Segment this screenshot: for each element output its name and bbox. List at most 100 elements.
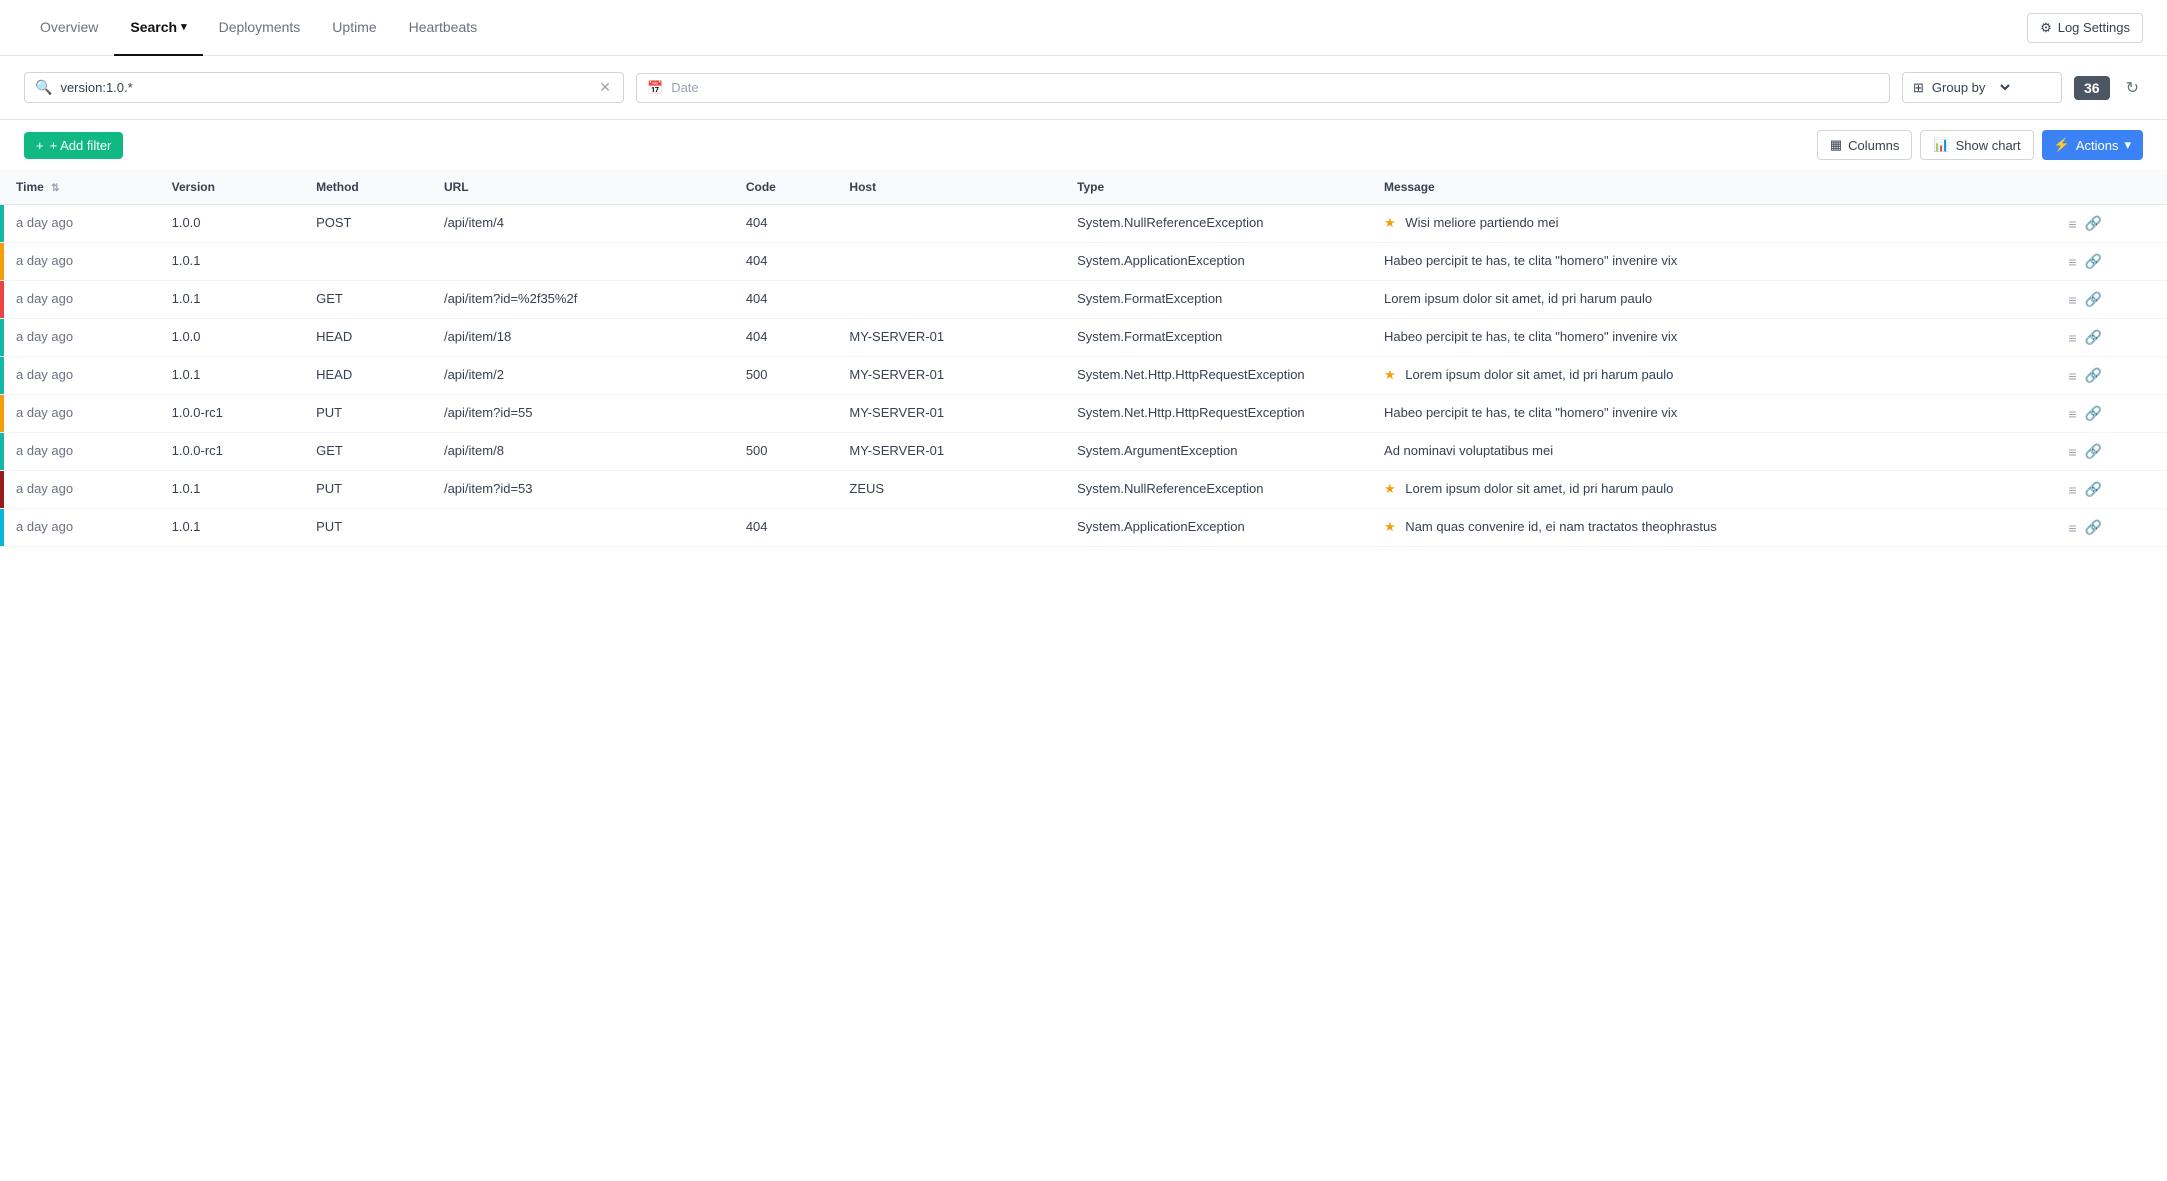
- row-type: System.FormatException: [1065, 281, 1372, 319]
- clear-search-button[interactable]: ✕: [597, 79, 613, 96]
- table-row[interactable]: a day ago 1.0.1 404 System.ApplicationEx…: [0, 243, 2167, 281]
- row-method: [304, 243, 432, 281]
- row-action-buttons: ≡ 🔗: [2056, 395, 2167, 433]
- table-row[interactable]: a day ago 1.0.1 GET /api/item?id=%2f35%2…: [0, 281, 2167, 319]
- row-link-icon[interactable]: 🔗: [2085, 253, 2102, 270]
- row-details-icon[interactable]: ≡: [2068, 482, 2076, 498]
- show-chart-button[interactable]: 📊 Show chart: [1920, 130, 2033, 160]
- nav-heartbeats[interactable]: Heartbeats: [393, 0, 493, 56]
- table-row[interactable]: a day ago 1.0.0-rc1 PUT /api/item?id=55 …: [0, 395, 2167, 433]
- filter-row: + + Add filter ▦ Columns 📊 Show chart ⚡ …: [0, 120, 2167, 170]
- row-action-buttons: ≡ 🔗: [2056, 243, 2167, 281]
- row-time: a day ago: [4, 433, 160, 471]
- row-version: 1.0.1: [160, 357, 304, 395]
- calendar-icon: 📅: [647, 80, 663, 96]
- row-method: GET: [304, 281, 432, 319]
- table-row[interactable]: a day ago 1.0.0 POST /api/item/4 404 Sys…: [0, 205, 2167, 243]
- row-link-icon[interactable]: 🔗: [2085, 291, 2102, 308]
- row-message: Ad nominavi voluptatibus mei: [1372, 433, 2056, 471]
- actions-button[interactable]: ⚡ Actions ▾: [2042, 130, 2143, 160]
- row-host: ZEUS: [837, 471, 1065, 509]
- col-url[interactable]: URL: [432, 170, 734, 205]
- columns-icon: ▦: [1830, 137, 1842, 153]
- row-host: [837, 243, 1065, 281]
- row-details-icon[interactable]: ≡: [2068, 406, 2076, 422]
- row-action-buttons: ≡ 🔗: [2056, 357, 2167, 395]
- row-details-icon[interactable]: ≡: [2068, 254, 2076, 270]
- nav-overview[interactable]: Overview: [24, 0, 114, 56]
- row-url: /api/item/4: [432, 205, 734, 243]
- table-row[interactable]: a day ago 1.0.0 HEAD /api/item/18 404 MY…: [0, 319, 2167, 357]
- row-link-icon[interactable]: 🔗: [2085, 443, 2102, 460]
- row-host: MY-SERVER-01: [837, 433, 1065, 471]
- row-details-icon[interactable]: ≡: [2068, 444, 2076, 460]
- row-type: System.ApplicationException: [1065, 509, 1372, 547]
- search-input[interactable]: [60, 80, 589, 95]
- col-method[interactable]: Method: [304, 170, 432, 205]
- row-details-icon[interactable]: ≡: [2068, 216, 2076, 232]
- table-header-row: Time ⇅ Version Method URL Code Host Type…: [0, 170, 2167, 205]
- row-code: [734, 471, 838, 509]
- row-details-icon[interactable]: ≡: [2068, 368, 2076, 384]
- row-link-icon[interactable]: 🔗: [2085, 329, 2102, 346]
- table-row[interactable]: a day ago 1.0.1 PUT 404 System.Applicati…: [0, 509, 2167, 547]
- row-link-icon[interactable]: 🔗: [2085, 519, 2102, 536]
- nav-uptime[interactable]: Uptime: [316, 0, 392, 56]
- table-row[interactable]: a day ago 1.0.1 HEAD /api/item/2 500 MY-…: [0, 357, 2167, 395]
- row-version: 1.0.0-rc1: [160, 395, 304, 433]
- row-details-icon[interactable]: ≡: [2068, 520, 2076, 536]
- row-link-icon[interactable]: 🔗: [2085, 367, 2102, 384]
- row-link-icon[interactable]: 🔗: [2085, 215, 2102, 232]
- add-filter-button[interactable]: + + Add filter: [24, 132, 123, 159]
- row-details-icon[interactable]: ≡: [2068, 330, 2076, 346]
- col-message[interactable]: Message: [1372, 170, 2056, 205]
- nav-deployments[interactable]: Deployments: [203, 0, 317, 56]
- col-actions-header: [2056, 170, 2167, 205]
- row-code: [734, 395, 838, 433]
- row-action-buttons: ≡ 🔗: [2056, 433, 2167, 471]
- search-icon: 🔍: [35, 79, 52, 96]
- col-time[interactable]: Time ⇅: [4, 170, 160, 205]
- row-url: [432, 509, 734, 547]
- lightning-icon: ⚡: [2054, 137, 2070, 153]
- row-link-icon[interactable]: 🔗: [2085, 481, 2102, 498]
- col-host[interactable]: Host: [837, 170, 1065, 205]
- columns-button[interactable]: ▦ Columns: [1817, 130, 1913, 160]
- group-by-select[interactable]: [1993, 79, 2013, 96]
- row-method: PUT: [304, 471, 432, 509]
- table-row[interactable]: a day ago 1.0.0-rc1 GET /api/item/8 500 …: [0, 433, 2167, 471]
- nav-search[interactable]: Search ▾: [114, 0, 202, 56]
- filter-actions: ▦ Columns 📊 Show chart ⚡ Actions ▾: [1817, 130, 2143, 160]
- row-url: /api/item/8: [432, 433, 734, 471]
- date-picker[interactable]: 📅 Date: [636, 73, 1890, 103]
- log-settings-button[interactable]: ⚙ Log Settings: [2027, 13, 2143, 43]
- row-code: 404: [734, 319, 838, 357]
- row-time: a day ago: [4, 205, 160, 243]
- row-code: 404: [734, 205, 838, 243]
- search-box: 🔍 ✕: [24, 72, 624, 103]
- star-icon: ★: [1384, 367, 1396, 383]
- col-version[interactable]: Version: [160, 170, 304, 205]
- table-row[interactable]: a day ago 1.0.1 PUT /api/item?id=53 ZEUS…: [0, 471, 2167, 509]
- row-time: a day ago: [4, 357, 160, 395]
- row-version: 1.0.1: [160, 243, 304, 281]
- top-navigation: Overview Search ▾ Deployments Uptime Hea…: [0, 0, 2167, 56]
- row-version: 1.0.0: [160, 205, 304, 243]
- row-code: 404: [734, 281, 838, 319]
- row-host: [837, 509, 1065, 547]
- plus-icon: +: [36, 138, 44, 153]
- row-link-icon[interactable]: 🔗: [2085, 405, 2102, 422]
- log-table: Time ⇅ Version Method URL Code Host Type…: [0, 170, 2167, 547]
- row-type: System.ApplicationException: [1065, 243, 1372, 281]
- gear-icon: ⚙: [2040, 20, 2052, 36]
- col-code[interactable]: Code: [734, 170, 838, 205]
- row-message: Lorem ipsum dolor sit amet, id pri harum…: [1372, 281, 2056, 319]
- group-by-container: ⊞ Group by: [1902, 72, 2062, 103]
- row-details-icon[interactable]: ≡: [2068, 292, 2076, 308]
- chart-icon: 📊: [1933, 137, 1949, 153]
- star-icon: ★: [1384, 519, 1396, 535]
- row-url: /api/item?id=55: [432, 395, 734, 433]
- row-host: [837, 205, 1065, 243]
- col-type[interactable]: Type: [1065, 170, 1372, 205]
- refresh-button[interactable]: ↻: [2122, 74, 2143, 102]
